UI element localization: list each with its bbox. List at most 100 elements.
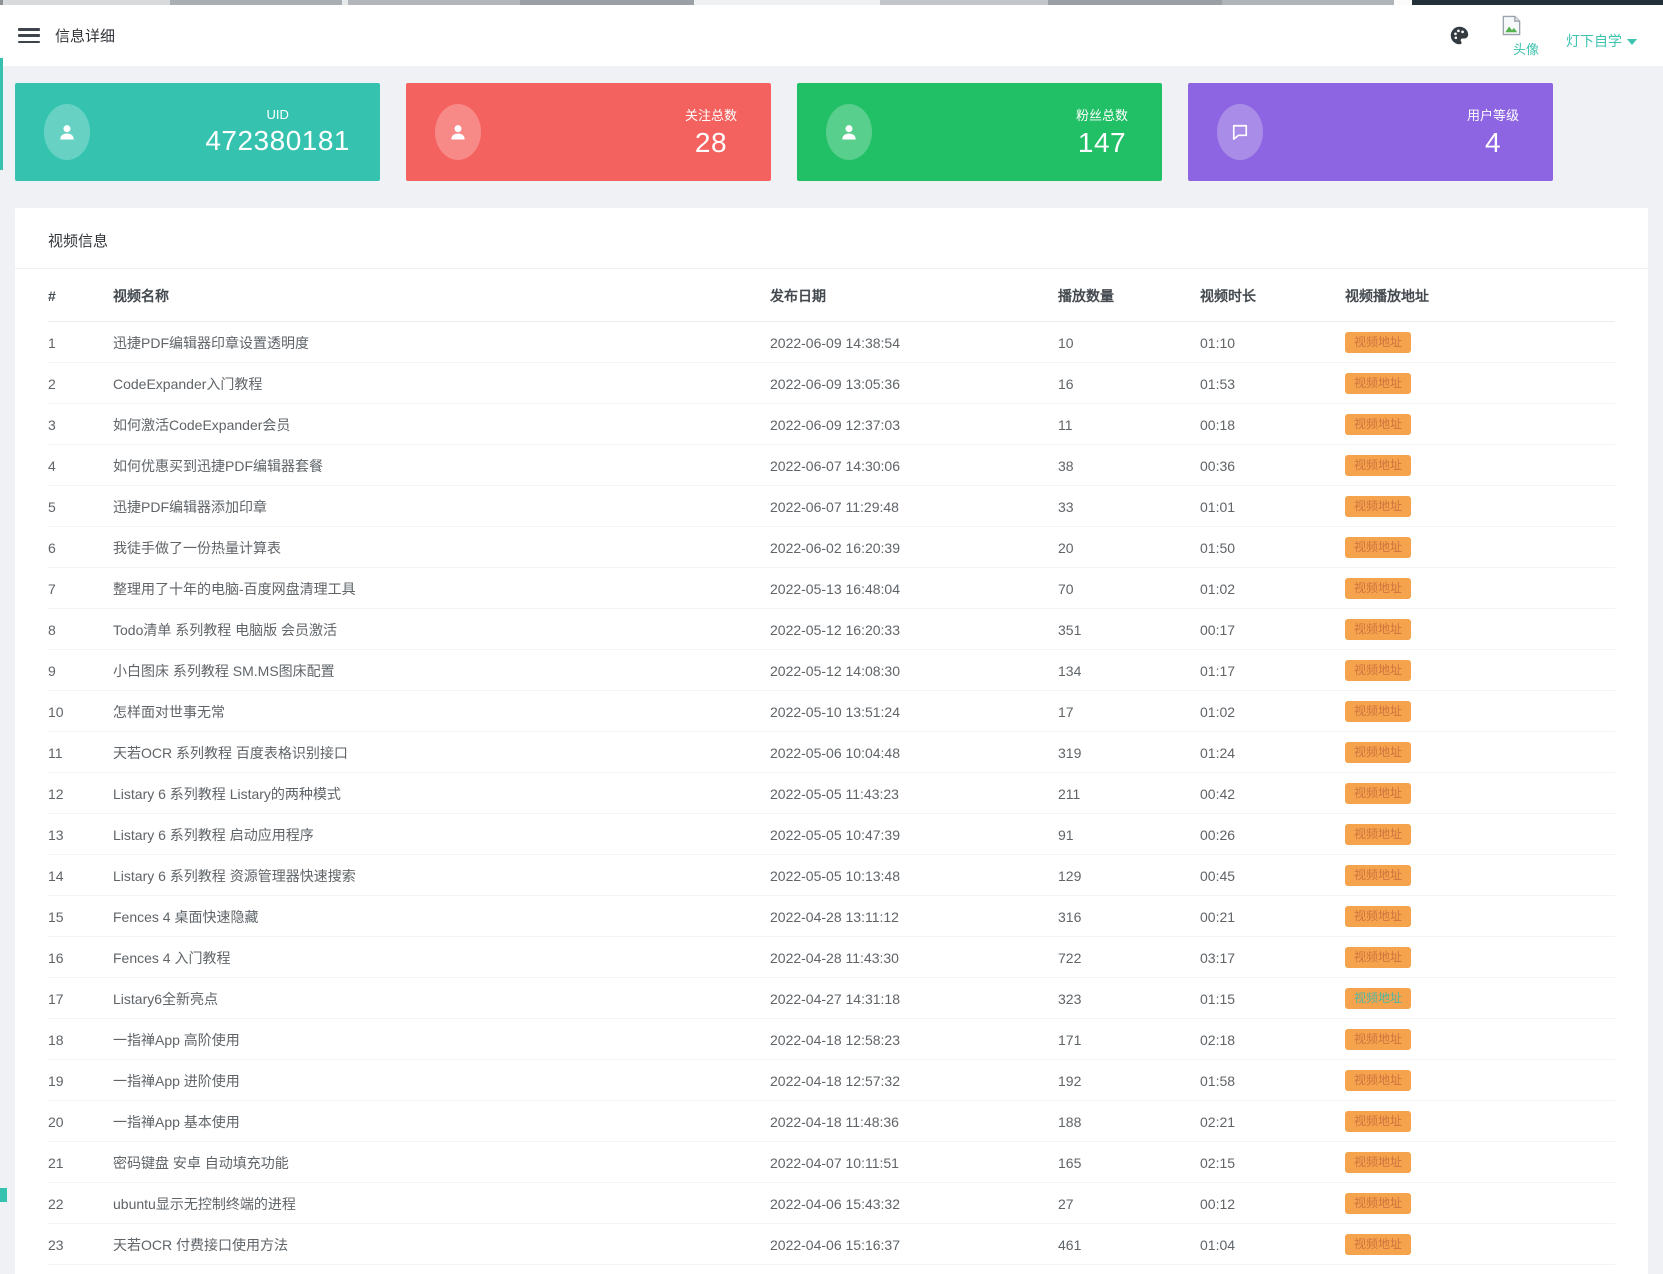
column-header: 视频名称: [113, 269, 770, 322]
video-url-cell: 视频地址: [1345, 608, 1615, 650]
video-name: 一指禅App 基本使用: [113, 1100, 770, 1142]
video-name: Todo清单 系列教程 电脑版 会员激活: [113, 608, 770, 650]
play-count: 70: [1058, 567, 1200, 609]
publish-date: 2022-04-28 13:11:12: [770, 895, 1058, 937]
video-name: CodeExpander入门教程: [113, 362, 770, 404]
video-duration: 02:18: [1200, 1018, 1345, 1060]
row-index: 2: [48, 362, 113, 404]
publish-date: 2022-05-12 16:20:33: [770, 608, 1058, 650]
column-header: 视频时长: [1200, 269, 1345, 322]
video-duration: 01:17: [1200, 649, 1345, 691]
play-count: 16: [1058, 362, 1200, 404]
avatar[interactable]: 头像: [1500, 14, 1552, 58]
theme-palette-icon[interactable]: [1449, 25, 1470, 46]
video-name: Listary 6 系列教程 资源管理器快速搜索: [113, 854, 770, 896]
video-url-button[interactable]: 视频地址: [1345, 455, 1412, 476]
person-icon: [451, 125, 465, 140]
play-count: 351: [1058, 608, 1200, 650]
video-duration: 00:21: [1200, 895, 1345, 937]
stat-card-following: 关注总数 28: [406, 83, 771, 181]
video-url-button[interactable]: 视频地址: [1345, 988, 1412, 1009]
video-url-cell: 视频地址: [1345, 1059, 1615, 1101]
video-duration: 00:17: [1200, 608, 1345, 650]
video-url-button[interactable]: 视频地址: [1345, 660, 1412, 681]
menu-toggle-icon[interactable]: [18, 28, 40, 43]
video-url-button[interactable]: 视频地址: [1345, 332, 1412, 353]
video-url-cell: 视频地址: [1345, 1018, 1615, 1060]
video-url-cell: 视频地址: [1345, 362, 1615, 404]
video-url-button[interactable]: 视频地址: [1345, 578, 1412, 599]
video-url-button[interactable]: 视频地址: [1345, 783, 1412, 804]
video-url-button[interactable]: 视频地址: [1345, 1029, 1412, 1050]
video-url-button[interactable]: 视频地址: [1345, 1152, 1412, 1173]
video-name: 天若OCR 系列教程 百度表格识别接口: [113, 731, 770, 773]
row-index: 18: [48, 1018, 113, 1060]
video-duration: 00:18: [1200, 403, 1345, 445]
table-row: 9 小白图床 系列教程 SM.MS图床配置 2022-05-12 14:08:3…: [48, 649, 1615, 691]
publish-date: 2022-04-06 15:43:32: [770, 1182, 1058, 1224]
video-name: 如何激活CodeExpander会员: [113, 403, 770, 445]
table-row: 4 如何优惠买到迅捷PDF编辑器套餐 2022-06-07 14:30:06 3…: [48, 444, 1615, 486]
user-menu[interactable]: 灯下自学: [1566, 31, 1637, 51]
video-url-button[interactable]: 视频地址: [1345, 701, 1412, 722]
video-url-cell: 视频地址: [1345, 1182, 1615, 1224]
play-count: 129: [1058, 854, 1200, 896]
avatar-alt-text: 头像: [1513, 41, 1540, 57]
video-url-button[interactable]: 视频地址: [1345, 1070, 1412, 1091]
stat-card-value: 472380181: [205, 125, 350, 156]
column-header: #: [48, 269, 113, 322]
stat-card-label: 用户等级: [1466, 108, 1519, 123]
video-url-button[interactable]: 视频地址: [1345, 373, 1412, 394]
video-url-cell: 视频地址: [1345, 813, 1615, 855]
play-count: 17: [1058, 690, 1200, 732]
publish-date: 2022-04-28 11:43:30: [770, 936, 1058, 978]
video-duration: 02:15: [1200, 1141, 1345, 1183]
play-count: 319: [1058, 731, 1200, 773]
publish-date: 2022-06-09 13:05:36: [770, 362, 1058, 404]
video-url-button[interactable]: 视频地址: [1345, 1111, 1412, 1132]
video-url-button[interactable]: 视频地址: [1345, 1193, 1412, 1214]
play-count: 11: [1058, 403, 1200, 445]
table-row: 3 如何激活CodeExpander会员 2022-06-09 12:37:03…: [48, 403, 1615, 445]
video-duration: 01:53: [1200, 362, 1345, 404]
video-url-button[interactable]: 视频地址: [1345, 865, 1412, 886]
table-row: 22 ubuntu显示无控制终端的进程 2022-04-06 15:43:32 …: [48, 1182, 1615, 1224]
table-row: 7 整理用了十年的电脑-百度网盘清理工具 2022-05-13 16:48:04…: [48, 567, 1615, 609]
stat-card-label: 关注总数: [684, 108, 737, 123]
video-url-button[interactable]: 视频地址: [1345, 414, 1412, 435]
video-duration: 01:01: [1200, 485, 1345, 527]
publish-date: 2022-04-18 12:58:23: [770, 1018, 1058, 1060]
video-name: Fences 4 桌面快速隐藏: [113, 895, 770, 937]
table-row: 1 迅捷PDF编辑器印章设置透明度 2022-06-09 14:38:54 10…: [48, 321, 1615, 363]
video-url-button[interactable]: 视频地址: [1345, 742, 1412, 763]
video-url-button[interactable]: 视频地址: [1345, 537, 1412, 558]
row-index: 10: [48, 690, 113, 732]
person-icon: [60, 125, 74, 140]
video-url-cell: 视频地址: [1345, 403, 1615, 445]
video-duration: 01:58: [1200, 1059, 1345, 1101]
table-row: 17 Listary6全新亮点 2022-04-27 14:31:18 323 …: [48, 977, 1615, 1019]
video-url-cell: 视频地址: [1345, 772, 1615, 814]
table-row: 8 Todo清单 系列教程 电脑版 会员激活 2022-05-12 16:20:…: [48, 608, 1615, 650]
person-icon: [842, 125, 856, 140]
row-index: 15: [48, 895, 113, 937]
video-url-button[interactable]: 视频地址: [1345, 496, 1412, 517]
publish-date: 2022-05-05 11:43:23: [770, 772, 1058, 814]
video-name: 一指禅App 进阶使用: [113, 1059, 770, 1101]
video-url-button[interactable]: 视频地址: [1345, 1234, 1412, 1255]
video-name: Listary 6 系列教程 启动应用程序: [113, 813, 770, 855]
stat-card-label: 粉丝总数: [1075, 108, 1128, 123]
row-index: 16: [48, 936, 113, 978]
video-url-cell: 视频地址: [1345, 854, 1615, 896]
video-duration: 03:17: [1200, 936, 1345, 978]
video-url-button[interactable]: 视频地址: [1345, 947, 1412, 968]
video-url-button[interactable]: 视频地址: [1345, 906, 1412, 927]
table-row: 5 迅捷PDF编辑器添加印章 2022-06-07 11:29:48 33 01…: [48, 485, 1615, 527]
video-info-panel: 视频信息 # 视频名称 发布日期 播放数量 视频时长 视频播放地址 1 迅捷PDF编辑器印…: [15, 208, 1648, 1274]
table-row: 13 Listary 6 系列教程 启动应用程序 2022-05-05 10:4…: [48, 813, 1615, 855]
video-url-button[interactable]: 视频地址: [1345, 824, 1412, 845]
video-url-button[interactable]: 视频地址: [1345, 619, 1412, 640]
publish-date: 2022-05-12 14:08:30: [770, 649, 1058, 691]
video-url-cell: 视频地址: [1345, 1141, 1615, 1183]
table-row: 14 Listary 6 系列教程 资源管理器快速搜索 2022-05-05 1…: [48, 854, 1615, 896]
